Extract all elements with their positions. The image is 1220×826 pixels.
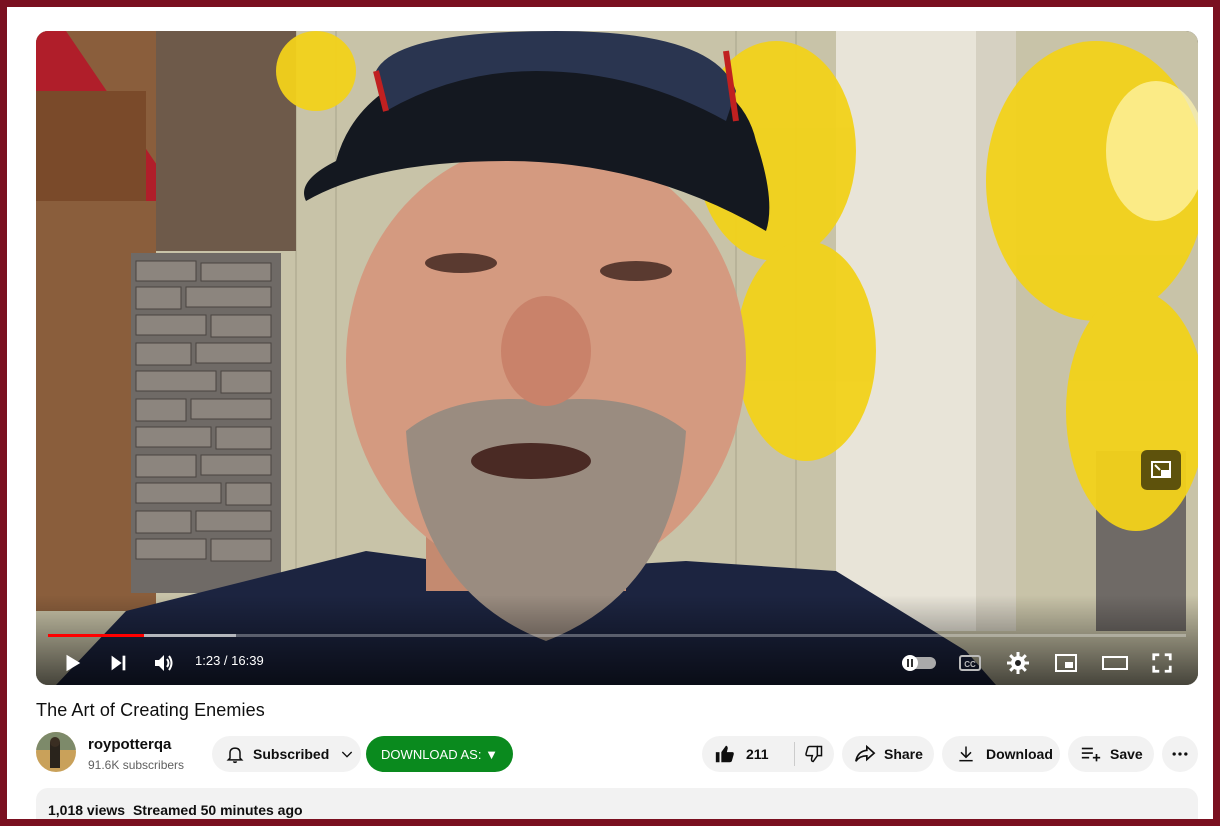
- autoplay-toggle[interactable]: [902, 651, 936, 675]
- like-dislike-group: 211: [702, 736, 834, 772]
- bell-icon: [226, 747, 244, 764]
- video-frame: [36, 31, 1198, 685]
- like-icon: [715, 745, 734, 763]
- save-icon: [1081, 747, 1101, 762]
- channel-avatar-image: [36, 732, 76, 772]
- chevron-down-icon: [342, 751, 353, 758]
- time-display: 1:23 / 16:39: [195, 653, 264, 668]
- progress-bar[interactable]: [48, 634, 1186, 637]
- volume-icon: [155, 655, 173, 671]
- settings-button[interactable]: [1004, 649, 1032, 677]
- fullscreen-icon: [1152, 653, 1172, 673]
- play-icon: [66, 654, 81, 672]
- captions-icon: CC: [959, 655, 981, 671]
- video-title: The Art of Creating Enemies: [36, 700, 265, 720]
- video-player[interactable]: 1:23 / 16:39 CC: [36, 31, 1198, 685]
- subscriber-count: 91.6K subscribers: [88, 758, 185, 772]
- settings-icon: [1007, 652, 1029, 674]
- picture-in-picture-icon: [1151, 461, 1171, 478]
- captions-button[interactable]: CC: [956, 649, 984, 677]
- dislike-icon: [805, 745, 823, 763]
- channel-name[interactable]: roypotterqa: [88, 736, 171, 753]
- download-icon: [959, 746, 973, 762]
- duration: 16:39: [231, 653, 264, 668]
- description-box[interactable]: 1,018 views Streamed 50 minutes ago: [36, 788, 1198, 819]
- like-button[interactable]: 211: [714, 743, 794, 765]
- stream-date: Streamed 50 minutes ago: [132, 802, 303, 818]
- svg-text:CC: CC: [964, 660, 976, 669]
- theater-button[interactable]: [1100, 649, 1130, 677]
- share-label: Share: [884, 746, 923, 762]
- more-button[interactable]: [1162, 736, 1198, 772]
- share-button[interactable]: Share: [842, 736, 934, 772]
- save-label: Save: [1110, 746, 1143, 762]
- save-button[interactable]: Save: [1068, 736, 1154, 772]
- next-icon: [111, 655, 126, 671]
- subscribed-label: Subscribed: [253, 746, 330, 762]
- dislike-button[interactable]: [795, 744, 833, 764]
- current-time: 1:23: [195, 653, 221, 668]
- miniplayer-button[interactable]: [1052, 649, 1080, 677]
- view-count: 1,018 views: [48, 802, 126, 818]
- description-meta: 1,018 views Streamed 50 minutes ago: [48, 802, 303, 818]
- volume-button[interactable]: [150, 649, 178, 677]
- play-button[interactable]: [58, 649, 86, 677]
- like-count: 211: [746, 746, 769, 762]
- autoplay-toggle-icon: [902, 655, 936, 671]
- more-icon: [1172, 752, 1188, 756]
- avatar[interactable]: [36, 732, 76, 772]
- download-button[interactable]: Download: [942, 736, 1060, 772]
- subscribed-button[interactable]: Subscribed: [212, 736, 361, 772]
- download-label: Download: [986, 746, 1053, 762]
- miniplayer-badge[interactable]: [1141, 450, 1181, 490]
- fullscreen-button[interactable]: [1148, 649, 1176, 677]
- progress-played: [48, 634, 144, 637]
- share-icon: [855, 744, 876, 762]
- time-separator: /: [220, 653, 232, 668]
- next-button[interactable]: [104, 649, 132, 677]
- theater-icon: [1102, 656, 1128, 670]
- download-as-button[interactable]: DOWNLOAD AS: ▼: [366, 736, 513, 772]
- page: 1:23 / 16:39 CC The Art of Creating Enem…: [7, 7, 1213, 819]
- miniplayer-icon: [1055, 654, 1077, 672]
